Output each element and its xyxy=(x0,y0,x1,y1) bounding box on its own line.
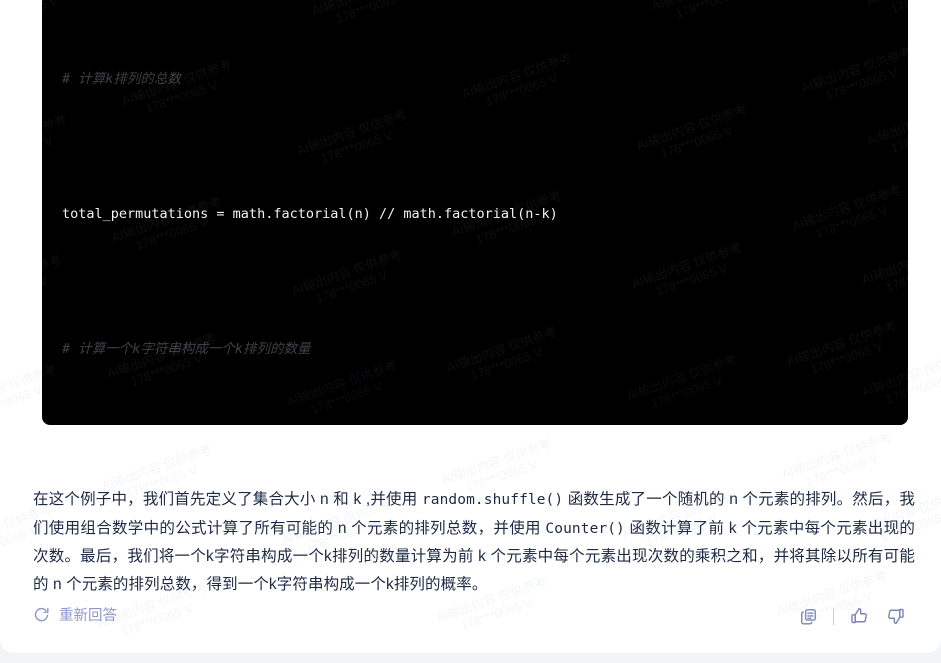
answer-paragraph: 在这个例子中，我们首先定义了集合大小 n 和 k ,并使用 random.shu… xyxy=(33,486,915,598)
code-comment: # 计算k排列的总数 xyxy=(62,70,181,87)
paragraph-code-token: Counter() xyxy=(545,520,625,537)
action-divider xyxy=(833,607,834,625)
paragraph-segment: 在这个例子中，我们首先定义了集合大小 n 和 k ,并使用 xyxy=(33,491,422,508)
feedback-actions xyxy=(796,604,908,628)
thumbs-down-icon xyxy=(886,606,906,626)
code-comment: # 计算一个k字符串构成一个k排列的数量 xyxy=(62,340,311,357)
thumbs-up-button[interactable] xyxy=(847,604,871,628)
refresh-icon xyxy=(33,606,50,623)
code-line: # 计算k排列的总数 xyxy=(62,68,908,91)
paragraph-code-token: random.shuffle() xyxy=(421,492,564,508)
regenerate-button[interactable]: 重新回答 xyxy=(33,604,117,625)
code-line: # 计算一个k字符串构成一个k排列的数量 xyxy=(62,338,908,361)
code-content[interactable]: # 计算k排列的总数 total_permutations = math.fac… xyxy=(62,0,908,425)
thumbs-down-button[interactable] xyxy=(884,604,908,628)
answer-card: # 计算k排列的总数 total_permutations = math.fac… xyxy=(0,0,941,653)
copy-icon xyxy=(799,607,818,626)
code-line: total_permutations = math.factorial(n) /… xyxy=(62,203,908,226)
code-block: # 计算k排列的总数 total_permutations = math.fac… xyxy=(42,0,908,425)
code-text: total_permutations = math.factorial(n) /… xyxy=(62,205,558,222)
screenshot-root: # 计算k排列的总数 total_permutations = math.fac… xyxy=(0,0,941,663)
action-bar: 重新回答 xyxy=(0,600,941,644)
copy-button[interactable] xyxy=(796,604,820,628)
regenerate-label: 重新回答 xyxy=(59,608,117,624)
thumbs-up-icon xyxy=(849,606,869,626)
